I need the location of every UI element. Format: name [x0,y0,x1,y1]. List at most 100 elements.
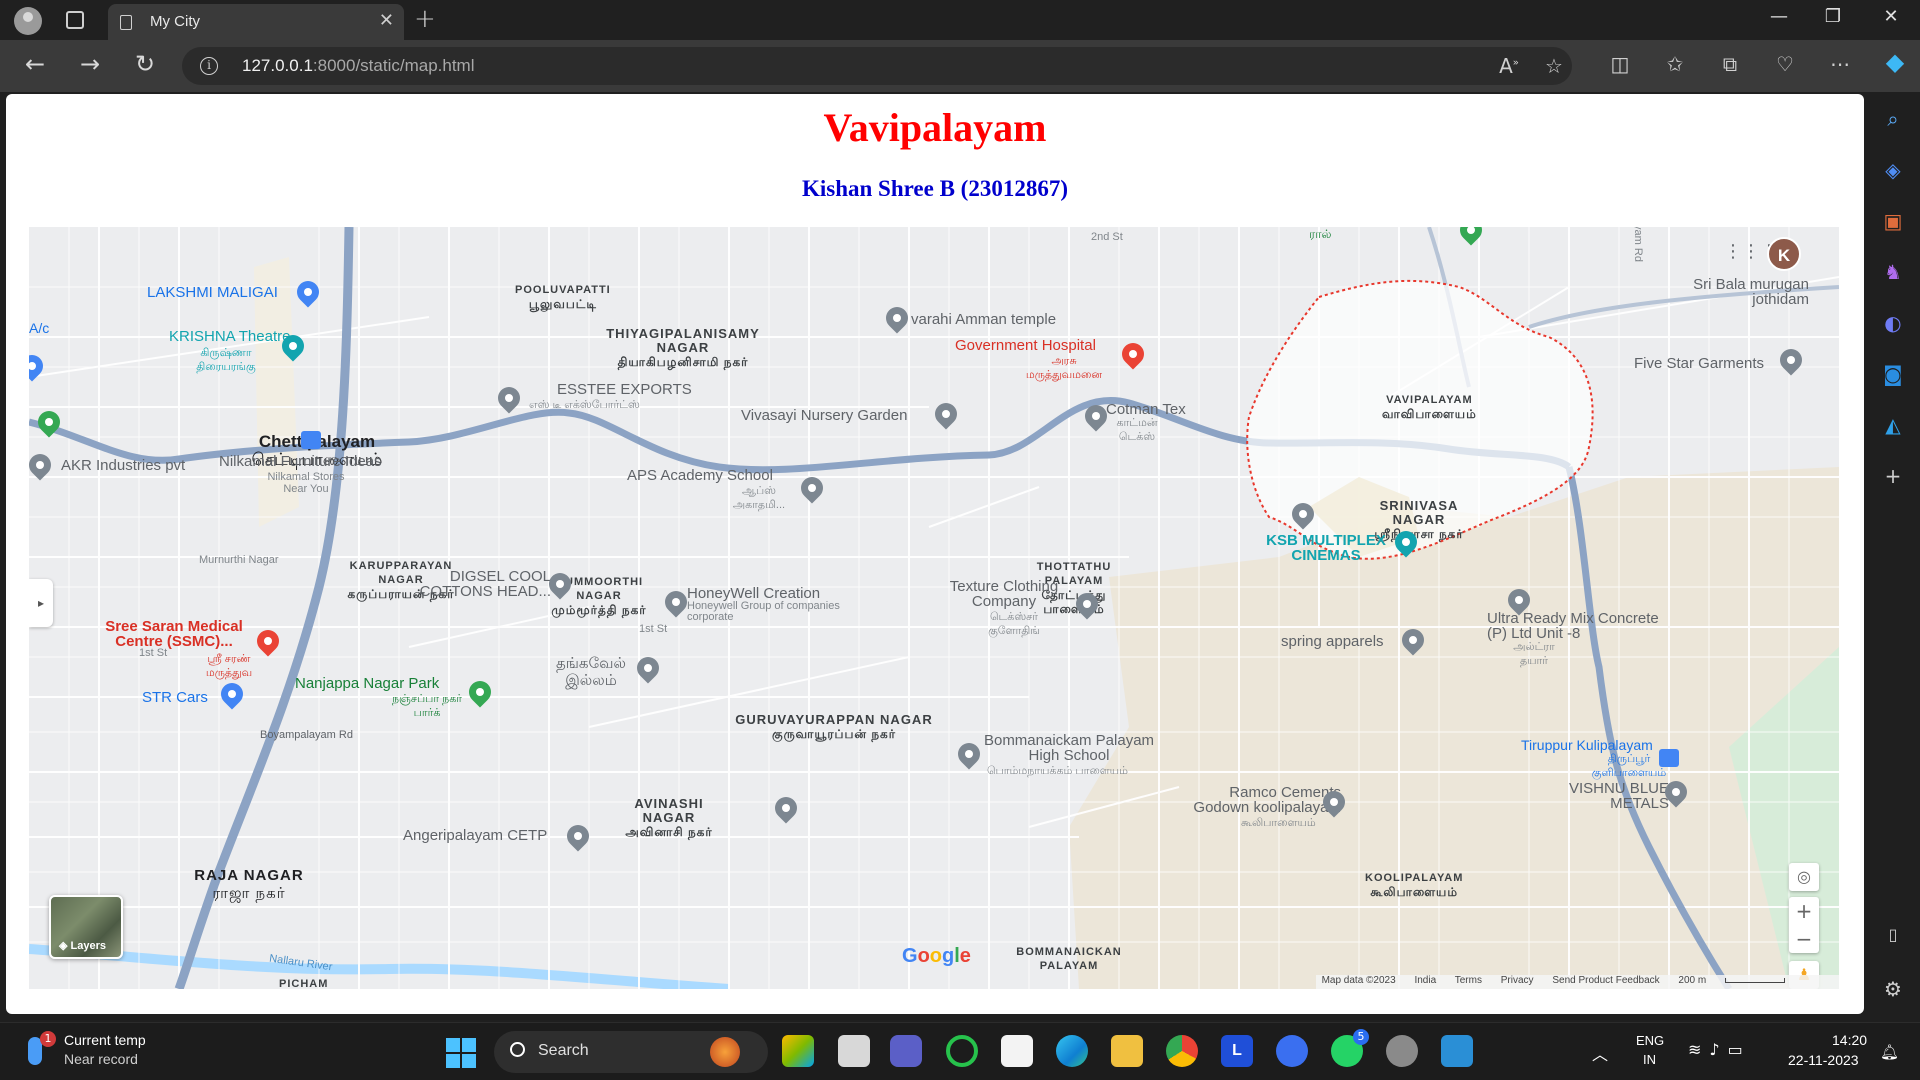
url-text[interactable]: 127.0.0.1:8000/static/map.html [242,56,474,76]
tab-close-icon[interactable]: ✕ [379,10,394,31]
sidebar-settings-icon[interactable]: ⚙ [1878,974,1908,1004]
notification-bell-icon[interactable]: 🔔︎ [1880,1043,1899,1061]
poi-nanjappa-park[interactable]: Nanjappa Nagar Park [295,675,439,692]
l-app-icon[interactable]: L [1221,1035,1253,1067]
teams-icon[interactable] [890,1035,922,1067]
my-location-button[interactable]: ◎ [1789,863,1819,891]
site-info-icon[interactable]: i [200,57,218,75]
settings-gear-icon[interactable] [1386,1035,1418,1067]
poi-honeywell-sub: Honeywell Group of companies corporate [687,600,840,623]
tray-chevron-up-icon[interactable]: ︿ [1592,1041,1608,1065]
favorite-star-icon[interactable]: ☆ [1539,54,1569,78]
close-window-button[interactable]: ✕ [1866,6,1916,27]
browser-tab[interactable]: My City ✕ [108,4,404,40]
clock-time[interactable]: 14:20 [1832,1032,1867,1048]
workspaces-icon[interactable] [66,11,84,29]
collections-icon[interactable]: ⧉ [1715,52,1745,76]
hide-sidebar-icon[interactable]: ▯ [1878,920,1908,950]
clock-date[interactable]: 22-11-2023 [1788,1052,1859,1068]
minimize-button[interactable]: — [1754,6,1804,27]
poi-lakshmi-maligai[interactable]: LAKSHMI MALIGAI [147,284,278,301]
edge-sidebar: ⌕ ◈ ▣ ♞ ◐ ◙ ◭ + ▯ ⚙ [1866,92,1920,1022]
search-icon[interactable]: ⌕ [1878,104,1908,134]
india-link[interactable]: India [1414,975,1436,986]
microsoft-store-icon[interactable] [1001,1035,1033,1067]
poi-sri-bala-murugan[interactable]: Sri Bala murugan jothidam [1679,277,1809,307]
poi-ac-partial: A/c [29,320,50,336]
poi-varahi-amman-temple[interactable]: varahi Amman temple [911,311,1056,328]
poi-angeripalayam-cetp[interactable]: Angeripalayam CETP [403,827,547,844]
poi-cotman-tex[interactable]: Cotman Tex [1106,401,1186,418]
file-explorer-icon[interactable] [1111,1035,1143,1067]
terms-link[interactable]: Terms [1455,975,1482,986]
vscode-icon[interactable] [1441,1035,1473,1067]
poi-akr-industries[interactable]: AKR Industries pvt [61,457,185,474]
address-bar[interactable]: i 127.0.0.1:8000/static/map.html A» ☆ [182,47,1572,85]
poi-thangavel[interactable]: தங்கவேல் இல்லம் [541,655,641,689]
start-button[interactable] [446,1038,476,1068]
taskbar-search[interactable]: Search [494,1031,768,1073]
add-sidebar-app-icon[interactable]: + [1878,461,1908,491]
profile-avatar[interactable] [14,7,42,35]
edge-browser-icon[interactable] [1056,1035,1088,1067]
account-avatar[interactable]: K [1767,237,1801,271]
poi-sree-saran-medical[interactable]: Sree Saran Medical Centre (SSMC)... [99,619,249,649]
outlook-icon[interactable]: ◙ [1878,359,1908,389]
place-guruvayurappan: GURUVAYURAPPAN NAGAR குருவாயூரப்பன் நகர் [735,712,933,742]
restore-button[interactable]: ❐ [1808,6,1858,27]
language-indicator[interactable]: ENG [1636,1033,1664,1048]
a-app-icon[interactable] [1276,1035,1308,1067]
search-label: Search [538,1042,589,1059]
poi-ultra-ready-mix[interactable]: Ultra Ready Mix Concrete (P) Ltd Unit -8 [1487,611,1667,641]
poi-vivasayi-nursery[interactable]: Vivasayi Nursery Garden [741,407,907,424]
region-indicator[interactable]: IN [1643,1052,1656,1067]
poi-texture-clothing[interactable]: Texture Clothing Company [939,579,1069,609]
games-icon[interactable]: ♞ [1878,257,1908,287]
refresh-button[interactable]: ↻ [128,50,162,78]
poi-government-hospital[interactable]: Government Hospital [955,337,1096,354]
google-map[interactable]: 2nd St 1st St 1st St Boyampalayam Rd Nal… [29,227,1839,989]
tray-wifi-volume-battery-icons[interactable]: ≋♪▭ [1688,1040,1751,1059]
poi-esstee-exports[interactable]: ESSTEE EXPORTS [557,381,692,398]
poi-ramco-cements[interactable]: Ramco Cements Godown koolipalayam [1181,785,1341,815]
copilot-sidebar-icon[interactable]: ◐ [1878,308,1908,338]
split-screen-icon[interactable]: ◫ [1605,52,1635,76]
poi-aps-academy[interactable]: APS Academy School [627,467,773,484]
back-button[interactable]: ← [18,50,52,78]
task-view-icon[interactable] [838,1035,870,1067]
poi-spring-apparels[interactable]: spring apparels [1281,633,1384,650]
poi-bommanaickam-school[interactable]: Bommanaickam Palayam High School [979,733,1159,763]
map-side-panel-toggle[interactable]: ▸ [29,579,53,627]
weather-subtitle[interactable]: Near record [64,1051,138,1067]
tools-icon[interactable]: ▣ [1878,206,1908,236]
chrome-icon[interactable] [1166,1035,1198,1067]
zoom-in-button[interactable]: + [1789,897,1819,925]
telegram-icon[interactable]: ◭ [1878,410,1908,440]
refresh-app-icon[interactable] [946,1035,978,1067]
poi-nilkamal[interactable]: Nilkamal Furniture Ideas [219,453,382,470]
feedback-link[interactable]: Send Product Feedback [1552,975,1659,986]
new-tab-button[interactable]: + [414,4,436,34]
poi-vishnu-blue-metals[interactable]: VISHNU BLUE METALS [1559,781,1669,811]
zoom-out-button[interactable]: − [1789,925,1819,953]
poi-krishna-theatre[interactable]: KRISHNA Theatre [169,329,290,344]
weather-title[interactable]: Current temp [64,1032,146,1048]
scale-label[interactable]: 200 m [1678,975,1801,986]
poi-ksb-multiplex[interactable]: KSB MULTIPLEX CINEMAS [1261,533,1391,563]
browser-essentials-icon[interactable]: ♡ [1770,52,1800,76]
favorites-icon[interactable]: ✩ [1660,52,1690,76]
forward-button[interactable]: → [73,50,107,78]
poi-str-cars[interactable]: STR Cars [142,689,208,706]
more-menu-icon[interactable]: ⋯ [1825,52,1855,76]
widgets-app-icon[interactable] [782,1035,814,1067]
copilot-icon[interactable]: ◆ [1880,48,1910,76]
poi-digsel-cool[interactable]: DIGSEL COOL COTTONS HEAD... [411,569,551,599]
read-aloud-icon[interactable]: A» [1494,54,1524,78]
layers-button[interactable]: ◈ Layers [49,895,123,959]
bus-stop-icon[interactable] [301,431,321,449]
poi-tiruppur-kulipalayam[interactable]: Tiruppur Kulipalayam [1521,737,1653,753]
privacy-link[interactable]: Privacy [1501,975,1534,986]
shopping-icon[interactable]: ◈ [1878,155,1908,185]
train-station-icon[interactable] [1659,749,1679,767]
poi-five-star-garments[interactable]: Five Star Garments [1634,355,1764,372]
